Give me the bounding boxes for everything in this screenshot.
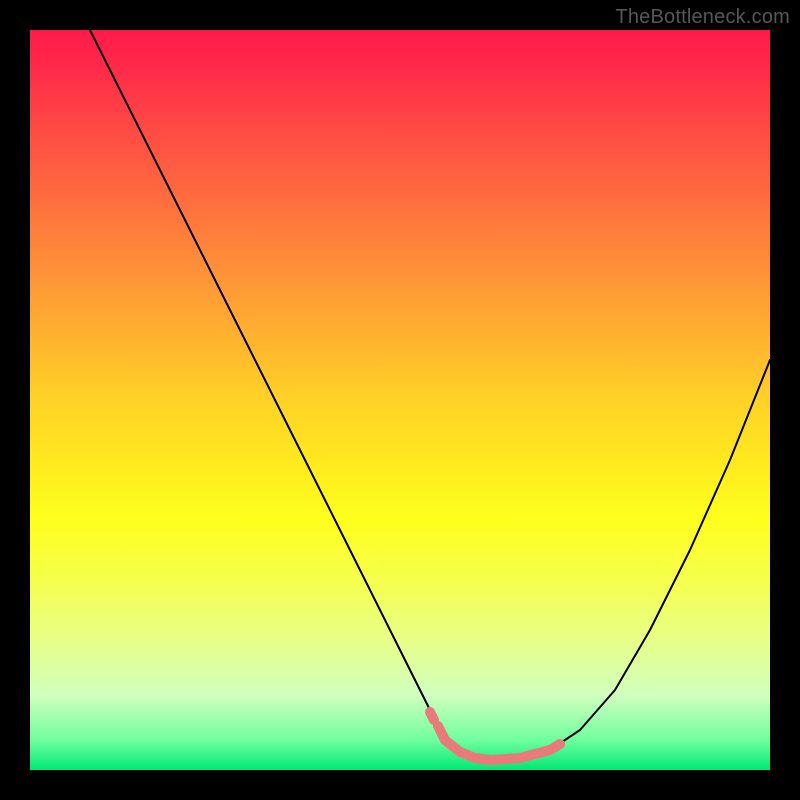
- chart-svg: [30, 30, 770, 770]
- main-curve: [90, 30, 770, 760]
- plot-area: [30, 30, 770, 770]
- attribution-text: TheBottleneck.com: [615, 6, 790, 29]
- highlight-segment: [438, 726, 560, 760]
- highlight-dot: [430, 712, 434, 720]
